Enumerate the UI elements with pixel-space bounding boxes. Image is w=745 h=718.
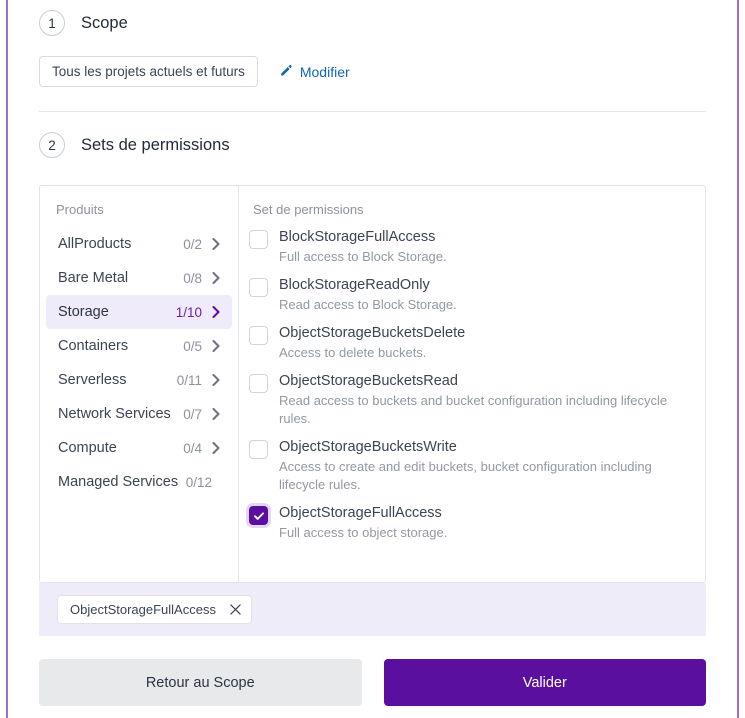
product-count: 0/2 [183, 236, 202, 252]
product-name: Serverless [58, 372, 127, 388]
product-item[interactable]: Bare Metal 0/8 [46, 261, 232, 295]
products-column: Produits AllProducts 0/2 Bare Metal 0/8 Stor… [40, 186, 239, 582]
permission-description: Read access to Block Storage. [279, 297, 457, 312]
permission-description: Full access to object storage. [279, 525, 448, 540]
product-count: 0/8 [183, 270, 202, 286]
permission-name: BlockStorageFullAccess [279, 229, 436, 245]
product-item[interactable]: AllProducts 0/2 [46, 227, 232, 261]
right-border-accent [737, 0, 739, 718]
chip-label: ObjectStorageFullAccess [70, 602, 216, 617]
permission-description: Access to delete buckets. [279, 345, 427, 360]
product-count: 0/11 [176, 372, 202, 388]
permission-text: ObjectStorageBucketsRead Read access to b… [279, 371, 691, 428]
product-item[interactable]: Managed Services 0/12 [46, 465, 232, 499]
permission-description: Full access to Block Storage. [279, 249, 447, 264]
products-column-header: Produits [56, 202, 104, 217]
permission-checkbox[interactable] [249, 278, 268, 297]
product-name: Compute [58, 440, 117, 456]
product-count: 0/5 [183, 338, 202, 354]
selected-permissions-bar: ObjectStorageFullAccess [39, 583, 706, 636]
product-count: 0/12 [185, 474, 212, 490]
step-1-title: Scope [81, 13, 128, 32]
chevron-right-icon [212, 374, 222, 386]
chevron-right-icon [212, 306, 222, 318]
chevron-right-icon [212, 238, 222, 250]
step-1-number: 1 [39, 10, 65, 36]
permission-name: BlockStorageReadOnly [279, 277, 430, 293]
permission-text: BlockStorageFullAccess Full access to Blo… [279, 227, 691, 266]
step-2-header: 2 Sets de permissions [39, 126, 706, 164]
left-border-accent [6, 0, 8, 718]
step-2-title: Sets de permissions [81, 135, 230, 154]
permission-name: ObjectStorageBucketsRead [279, 373, 458, 389]
permission-text: BlockStorageReadOnly Read access to Block… [279, 275, 691, 314]
scope-row: Tous les projets actuels et futurs Modif… [39, 56, 706, 87]
edit-scope-label: Modifier [299, 63, 350, 80]
product-name: AllProducts [58, 236, 132, 252]
step-2-number: 2 [39, 132, 65, 158]
product-name: Network Services [58, 406, 171, 422]
chevron-right-icon [212, 272, 222, 284]
chevron-right-icon [212, 408, 222, 420]
permission-row[interactable]: ObjectStorageBucketsWrite Access to creat… [249, 437, 691, 494]
product-item[interactable]: Storage 1/10 [46, 295, 232, 329]
permission-checkbox[interactable] [249, 374, 268, 393]
chevron-right-icon [212, 442, 222, 454]
section-divider [39, 111, 706, 112]
product-count: 0/4 [183, 440, 202, 456]
product-name: Containers [58, 338, 129, 354]
back-to-scope-button[interactable]: Retour au Scope [39, 659, 362, 706]
edit-scope-link[interactable]: Modifier [278, 64, 350, 80]
products-list: AllProducts 0/2 Bare Metal 0/8 Storage 1/10 Co… [40, 227, 238, 499]
permission-text: ObjectStorageBucketsDelete Access to dele… [279, 323, 691, 362]
modal-frame: 1 Scope Tous les projets actuels et futu… [0, 0, 745, 718]
step-1-header: 1 Scope [39, 4, 706, 42]
permission-name: ObjectStorageFullAccess [279, 505, 442, 521]
permission-checkbox[interactable] [249, 230, 268, 249]
permission-name: ObjectStorageBucketsWrite [279, 439, 457, 455]
permission-text: ObjectStorageFullAccess Full access to ob… [279, 503, 691, 542]
permission-row[interactable]: ObjectStorageBucketsRead Read access to b… [249, 371, 691, 428]
modal-content: 1 Scope Tous les projets actuels et futu… [9, 0, 736, 718]
permission-name: ObjectStorageBucketsDelete [279, 325, 466, 341]
permission-row[interactable]: BlockStorageReadOnly Read access to Block… [249, 275, 691, 314]
close-icon[interactable] [230, 604, 241, 615]
permission-checkbox[interactable] [249, 326, 268, 345]
permissions-column: Set de permissions BlockStorageFullAcces… [239, 186, 705, 582]
permission-row[interactable]: ObjectStorageBucketsDelete Access to dele… [249, 323, 691, 362]
permissions-column-header: Set de permissions [253, 202, 364, 217]
permissions-list: BlockStorageFullAccess Full access to Blo… [239, 227, 705, 542]
permission-text: ObjectStorageBucketsWrite Access to creat… [279, 437, 691, 494]
scope-value-chip: Tous les projets actuels et futurs [39, 56, 258, 87]
product-item[interactable]: Serverless 0/11 [46, 363, 232, 397]
permission-description: Access to create and edit buckets, bucke… [279, 459, 652, 492]
permission-description: Read access to buckets and bucket config… [279, 393, 668, 426]
validate-button[interactable]: Valider [383, 659, 706, 706]
footer-actions: Retour au Scope Valider [39, 659, 706, 706]
product-item[interactable]: Compute 0/4 [46, 431, 232, 465]
selected-permission-chip: ObjectStorageFullAccess [57, 595, 252, 624]
product-item[interactable]: Containers 0/5 [46, 329, 232, 363]
permission-checkbox[interactable] [249, 440, 268, 459]
permissions-panel: Produits AllProducts 0/2 Bare Metal 0/8 Stor… [39, 185, 706, 583]
product-item[interactable]: Network Services 0/7 [46, 397, 232, 431]
permission-row[interactable]: BlockStorageFullAccess Full access to Blo… [249, 227, 691, 266]
pencil-icon [278, 64, 293, 79]
product-count: 1/10 [175, 304, 202, 320]
chevron-right-icon [212, 340, 222, 352]
product-name: Storage [58, 304, 109, 320]
product-count: 0/7 [183, 406, 202, 422]
product-name: Managed Services [58, 474, 179, 490]
product-name: Bare Metal [58, 270, 129, 286]
permission-row[interactable]: ObjectStorageFullAccess Full access to ob… [249, 503, 691, 542]
permission-checkbox[interactable] [249, 506, 268, 525]
